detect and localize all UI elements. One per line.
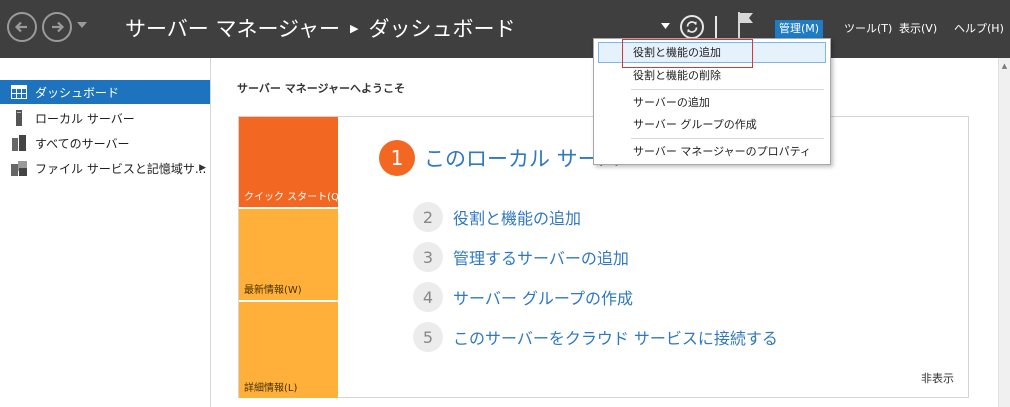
step-number-badge: 3: [413, 242, 443, 272]
hide-link[interactable]: 非表示: [921, 370, 954, 386]
toolbar-divider: [715, 16, 717, 38]
dashboard-icon: [11, 84, 27, 100]
back-button[interactable]: [7, 12, 37, 42]
menu-tools[interactable]: ツール(T): [840, 20, 896, 38]
step-label: 役割と機能の追加: [453, 209, 582, 228]
sidebar-item-all-servers[interactable]: すべてのサーバー: [0, 131, 210, 155]
sidebar: ダッシュボード ローカル サーバー すべてのサーバー ファイル サービスと記憶域…: [0, 58, 211, 407]
step-add-roles-features[interactable]: 2 役割と機能の追加: [413, 202, 581, 232]
step-label: サーバー グループの作成: [453, 289, 633, 308]
file-storage-icon: [11, 160, 27, 176]
step-number-badge: 2: [413, 202, 443, 232]
step-connect-cloud[interactable]: 5 このサーバーをクラウド サービスに接続する: [413, 322, 778, 352]
step-add-servers[interactable]: 3 管理するサーバーの追加: [413, 242, 629, 272]
tile-learn-more-label: 詳細情報(L): [244, 383, 298, 394]
server-icon: [11, 110, 27, 126]
breadcrumb-app[interactable]: サーバー マネージャー: [125, 13, 340, 43]
refresh-button[interactable]: [680, 15, 704, 39]
title-bar: サーバー マネージャー ▶ ダッシュボード 管理(M) ツール(T) 表示(V)…: [0, 0, 1010, 58]
breadcrumb-separator-icon: ▶: [350, 21, 359, 35]
step-number-badge: 1: [379, 140, 415, 176]
menu-manage[interactable]: 管理(M): [775, 20, 824, 38]
breadcrumb: サーバー マネージャー ▶ ダッシュボード: [125, 13, 515, 43]
step-create-server-group[interactable]: 4 サーバー グループの作成: [413, 282, 633, 312]
breadcrumb-dropdown-icon[interactable]: [661, 23, 670, 29]
history-dropdown-icon[interactable]: [77, 22, 87, 28]
breadcrumb-page: ダッシュボード: [368, 17, 516, 41]
sidebar-item-file-storage[interactable]: ファイル サービスと記憶域サ... ▶: [0, 156, 210, 180]
sidebar-item-label: ローカル サーバー: [35, 111, 135, 126]
sidebar-item-label: ダッシュボード: [35, 85, 120, 100]
menu-view[interactable]: 表示(V): [895, 20, 941, 38]
manage-menu-dropdown: 役割と機能の追加 役割と機能の削除 サーバーの追加 サーバー グループの作成 サ…: [593, 38, 831, 165]
welcome-heading: サーバー マネージャーへようこそ: [237, 82, 405, 95]
sidebar-item-label: ファイル サービスと記憶域サ...: [35, 161, 207, 176]
step-number-badge: 5: [413, 322, 443, 352]
sidebar-item-dashboard[interactable]: ダッシュボード: [0, 80, 210, 104]
expand-arrow-icon[interactable]: ▶: [199, 163, 206, 173]
menu-help[interactable]: ヘルプ(H): [950, 20, 1008, 38]
menu-item-remove-roles-features[interactable]: 役割と機能の削除: [598, 65, 826, 86]
menu-item-add-roles-features[interactable]: 役割と機能の追加: [598, 42, 826, 63]
sidebar-item-local-server[interactable]: ローカル サーバー: [0, 106, 210, 130]
menu-separator: [631, 138, 824, 139]
step-label: 管理するサーバーの追加: [453, 249, 629, 268]
vertical-scrollbar[interactable]: ▲: [998, 58, 1010, 407]
arrow-left-icon: [14, 21, 27, 33]
menu-separator: [631, 89, 824, 90]
refresh-icon: [686, 21, 698, 33]
scroll-up-icon[interactable]: ▲: [999, 62, 1010, 70]
menu-item-server-manager-properties[interactable]: サーバー マネージャーのプロパティ: [598, 141, 826, 162]
tile-learn-more[interactable]: 詳細情報(L): [239, 302, 338, 398]
step-label: このサーバーをクラウド サービスに接続する: [453, 329, 778, 348]
menu-item-add-servers[interactable]: サーバーの追加: [598, 92, 826, 113]
sidebar-item-label: すべてのサーバー: [35, 136, 130, 151]
tile-whats-new[interactable]: 最新情報(W): [239, 209, 338, 300]
menu-item-create-server-group[interactable]: サーバー グループの作成: [598, 114, 826, 135]
tile-quick-start-label: クイック スタート(Q): [244, 192, 343, 203]
notifications-flag-icon[interactable]: [737, 12, 755, 38]
step-number-badge: 4: [413, 282, 443, 312]
tile-quick-start[interactable]: クイック スタート(Q): [239, 117, 343, 207]
servers-icon: [11, 135, 27, 151]
arrow-right-icon: [52, 21, 65, 33]
forward-button[interactable]: [42, 12, 72, 42]
tile-whats-new-label: 最新情報(W): [244, 285, 302, 296]
